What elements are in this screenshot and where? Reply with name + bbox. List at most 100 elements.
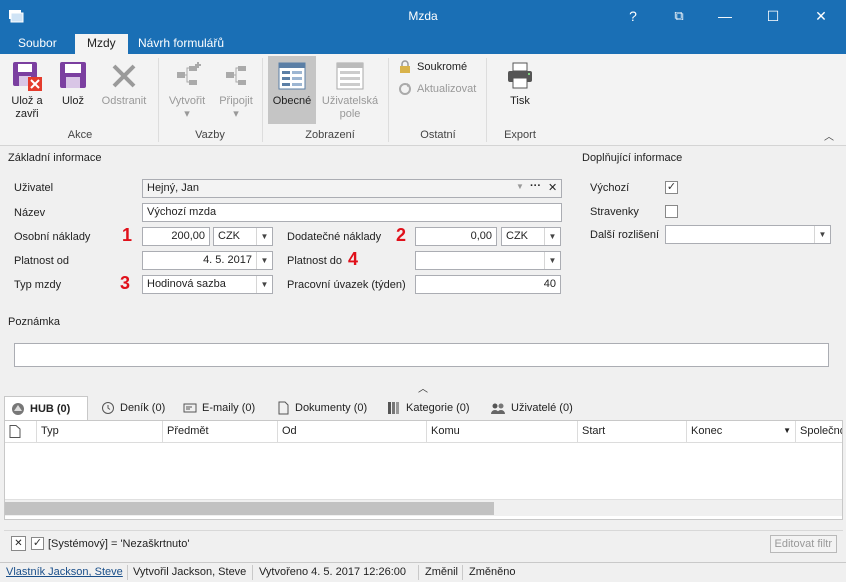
column-header-komu[interactable]: Komu bbox=[427, 421, 578, 443]
maximize-button[interactable]: ☐ bbox=[750, 0, 796, 32]
refresh-button[interactable]: Aktualizovat bbox=[398, 82, 476, 96]
form-view-icon bbox=[278, 62, 306, 90]
user-fields-button[interactable]: Uživatelská pole bbox=[318, 60, 382, 121]
print-label: Tisk bbox=[510, 95, 530, 107]
page-icon bbox=[9, 425, 21, 438]
column-header-typ[interactable]: Typ bbox=[37, 421, 163, 443]
lock-icon bbox=[400, 60, 410, 73]
currency2-select[interactable]: CZK ▼ bbox=[501, 227, 561, 246]
tab-hub[interactable]: HUB (0) bbox=[4, 396, 88, 420]
save-close-icon bbox=[13, 62, 42, 91]
valid-from-label: Platnost od bbox=[14, 255, 70, 267]
tab-denik[interactable]: Deník (0) bbox=[95, 396, 171, 420]
additional-cost-field[interactable]: 0,00 bbox=[415, 227, 497, 246]
group-akce-label: Akce bbox=[67, 129, 93, 141]
save-button[interactable]: Ulož bbox=[56, 60, 90, 108]
user-fields-icon bbox=[336, 62, 364, 90]
user-dropdown-icon[interactable]: ▼ bbox=[516, 182, 524, 191]
delete-button[interactable]: Odstranit bbox=[98, 60, 150, 108]
scrollbar-thumb[interactable] bbox=[5, 502, 494, 515]
tab-uzivatele[interactable]: Uživatelé (0) bbox=[484, 396, 579, 420]
currency1-value: CZK bbox=[218, 230, 240, 242]
created-at: Vytvořeno 4. 5. 2017 12:26:00 bbox=[259, 566, 406, 578]
other-distinction-select[interactable]: ▼ bbox=[665, 225, 831, 244]
collapse-ribbon-icon[interactable]: ︿ bbox=[824, 128, 834, 143]
edit-filter-button[interactable]: Editovat filtr bbox=[769, 535, 837, 553]
column-header-spolecnost[interactable]: Společno bbox=[796, 421, 842, 443]
clear-filter-button[interactable]: ✕ bbox=[11, 536, 26, 551]
filter-text[interactable]: [Systémový] = 'Nezaškrtnuto' bbox=[48, 538, 189, 550]
user-value: Hejný, Jan bbox=[147, 182, 199, 194]
close-button[interactable]: ✕ bbox=[798, 0, 844, 32]
column-header-predmet[interactable]: Předmět bbox=[163, 421, 278, 443]
hub-grid: Typ Předmět Od Komu Start Konec ▼ Společ… bbox=[4, 420, 843, 520]
tab-denik-label: Deník (0) bbox=[120, 402, 166, 414]
save-close-label-2: zavři bbox=[15, 108, 39, 120]
related-tabs: HUB (0) Deník (0) E-maily (0) Dokumenty … bbox=[0, 396, 846, 420]
horizontal-scrollbar[interactable] bbox=[5, 499, 842, 516]
other-distinction-label: Další rozlišení bbox=[590, 229, 660, 241]
sort-down-icon: ▼ bbox=[783, 426, 791, 435]
tab-kategorie[interactable]: Kategorie (0) bbox=[381, 396, 476, 420]
chevron-down-icon: ▼ bbox=[256, 276, 272, 293]
ribbon-separator bbox=[486, 58, 487, 142]
name-field[interactable]: Výchozí mzda bbox=[142, 203, 562, 222]
user-label: Uživatel bbox=[14, 182, 54, 194]
column-header-start[interactable]: Start bbox=[578, 421, 687, 443]
owner-link[interactable]: Vlastník Jackson, Steve bbox=[6, 566, 123, 578]
save-close-label-1: Ulož a bbox=[11, 95, 43, 107]
filter-enabled-checkbox[interactable]: ✓ bbox=[31, 537, 44, 550]
user-field[interactable]: Hejný, Jan bbox=[142, 179, 562, 198]
default-label: Výchozí bbox=[590, 182, 630, 194]
column-header-konec[interactable]: Konec ▼ bbox=[687, 421, 796, 443]
category-icon bbox=[388, 402, 399, 414]
restore-layout-button[interactable]: ⧉ bbox=[656, 0, 702, 32]
currency1-select[interactable]: CZK ▼ bbox=[213, 227, 273, 246]
help-button[interactable]: ? bbox=[610, 0, 656, 32]
note-field[interactable] bbox=[14, 343, 829, 367]
extra-info-title: Doplňující informace bbox=[582, 152, 683, 164]
valid-to-picker[interactable]: ▼ bbox=[415, 251, 561, 270]
printer-icon bbox=[508, 62, 532, 89]
default-checkbox[interactable]: ✓ bbox=[665, 181, 678, 194]
vouchers-checkbox[interactable] bbox=[665, 205, 678, 218]
valid-from-picker[interactable]: 4. 5. 2017 ▼ bbox=[142, 251, 273, 270]
status-separator bbox=[462, 565, 463, 580]
changed-at: Změněno bbox=[469, 566, 516, 578]
marker-3: 3 bbox=[120, 273, 131, 293]
journal-icon bbox=[102, 402, 114, 414]
ribbon-separator bbox=[262, 58, 263, 142]
tab-dokumenty[interactable]: Dokumenty (0) bbox=[270, 396, 373, 420]
wage-type-select[interactable]: Hodinová sazba ▼ bbox=[142, 275, 273, 294]
column-konec-label: Konec bbox=[691, 425, 723, 437]
tab-navrh-formularu[interactable]: Návrh formulářů bbox=[126, 34, 236, 54]
name-label: Název bbox=[14, 207, 46, 219]
personal-cost-label: Osobní náklady bbox=[14, 231, 91, 243]
general-view-button[interactable]: Obecné bbox=[268, 60, 316, 108]
minimize-button[interactable]: — bbox=[702, 0, 748, 32]
user-more-button[interactable]: ··· bbox=[530, 180, 541, 192]
workload-field[interactable]: 40 bbox=[415, 275, 561, 294]
create-button[interactable]: Vytvořit ▾ bbox=[164, 60, 210, 121]
user-clear-button[interactable]: ✕ bbox=[548, 181, 557, 194]
create-link-icon bbox=[177, 62, 201, 85]
valid-from-value: 4. 5. 2017 bbox=[203, 254, 252, 266]
attach-button[interactable]: Připojit ▾ bbox=[214, 60, 258, 121]
chevron-down-icon: ▼ bbox=[256, 228, 272, 245]
delete-label: Odstranit bbox=[101, 95, 147, 107]
personal-cost-field[interactable]: 200,00 bbox=[142, 227, 210, 246]
marker-2: 2 bbox=[396, 225, 407, 245]
ribbon-separator bbox=[158, 58, 159, 142]
tab-mzdy[interactable]: Mzdy bbox=[75, 34, 128, 54]
tab-emaily[interactable]: E-maily (0) bbox=[177, 396, 261, 420]
private-button[interactable]: Soukromé bbox=[398, 60, 467, 74]
workload-label: Pracovní úvazek (týden) bbox=[287, 279, 406, 291]
wage-type-value: Hodinová sazba bbox=[147, 278, 226, 290]
save-close-button[interactable]: Ulož a zavři bbox=[6, 60, 48, 121]
tab-soubor[interactable]: Soubor bbox=[6, 34, 69, 54]
column-header-od[interactable]: Od bbox=[278, 421, 427, 443]
chevron-up-icon[interactable]: ︿ bbox=[418, 380, 428, 395]
save-label: Ulož bbox=[61, 95, 84, 107]
ribbon: Ulož a zavři Ulož Odstranit Akce Vytvoři… bbox=[0, 54, 846, 146]
print-button[interactable]: Tisk bbox=[498, 60, 542, 108]
